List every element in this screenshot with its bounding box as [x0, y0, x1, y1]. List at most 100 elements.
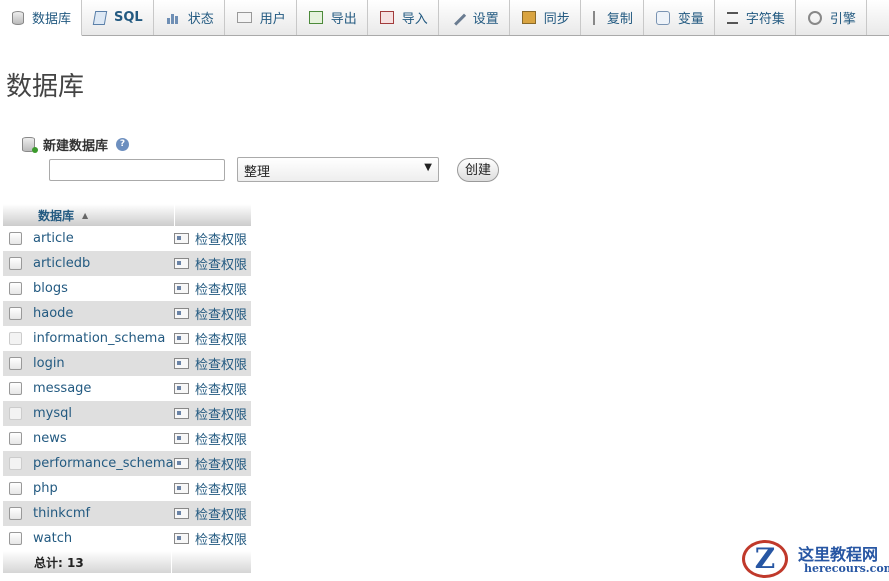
- row-checkbox: [9, 332, 22, 345]
- tab-sync[interactable]: 同步: [510, 0, 581, 35]
- database-link[interactable]: haode: [31, 306, 174, 321]
- replication-icon: [592, 10, 599, 25]
- tab-label: 同步: [543, 12, 570, 27]
- tab-label: 导入: [401, 12, 428, 27]
- database-name-input[interactable]: [49, 159, 225, 181]
- sync-icon: [521, 11, 536, 24]
- wrench-icon: [449, 9, 466, 26]
- tab-label: 状态: [187, 12, 214, 27]
- total-count: 总计: 13: [34, 555, 84, 570]
- database-link[interactable]: article: [31, 231, 174, 246]
- table-row: watch 检查权限: [3, 526, 251, 551]
- tab-label: 设置: [472, 12, 499, 27]
- tab-status[interactable]: 状态: [154, 0, 225, 35]
- database-link[interactable]: php: [31, 481, 174, 496]
- tab-databases[interactable]: 数据库: [0, 0, 83, 36]
- help-icon[interactable]: ?: [116, 138, 130, 151]
- database-link[interactable]: articledb: [31, 256, 174, 271]
- check-privileges-link[interactable]: 检查权限: [174, 529, 251, 548]
- tab-label: 数据库: [32, 12, 72, 27]
- row-checkbox[interactable]: [9, 232, 22, 245]
- database-link[interactable]: thinkcmf: [31, 506, 174, 521]
- row-checkbox[interactable]: [9, 357, 22, 370]
- collation-selected-value: 整理: [244, 165, 271, 180]
- tab-import[interactable]: 导入: [368, 0, 439, 35]
- tab-label: SQL: [114, 10, 143, 25]
- privileges-icon: [174, 533, 189, 544]
- database-link[interactable]: mysql: [31, 406, 174, 421]
- table-row: article 检查权限: [3, 226, 251, 251]
- check-privileges-link[interactable]: 检查权限: [174, 229, 251, 248]
- row-checkbox[interactable]: [9, 432, 22, 445]
- check-privileges-label: 检查权限: [195, 408, 248, 423]
- check-privileges-link[interactable]: 检查权限: [174, 379, 251, 398]
- privileges-icon: [174, 458, 189, 469]
- tab-sql[interactable]: SQL: [82, 0, 154, 35]
- page-title: 数据库: [6, 72, 85, 102]
- check-privileges-link[interactable]: 检查权限: [174, 479, 251, 498]
- column-header-label: 数据库: [38, 208, 75, 223]
- tab-label: 导出: [330, 12, 357, 27]
- create-database-label: 新建数据库: [43, 139, 109, 154]
- row-checkbox[interactable]: [9, 532, 22, 545]
- row-checkbox[interactable]: [9, 382, 22, 395]
- tab-variables[interactable]: 变量: [644, 0, 715, 35]
- check-privileges-link[interactable]: 检查权限: [174, 254, 251, 273]
- tab-settings[interactable]: 设置: [439, 0, 510, 35]
- collation-select[interactable]: 整理 ▼: [237, 157, 439, 182]
- row-checkbox[interactable]: [9, 257, 22, 270]
- column-header-database[interactable]: 数据库 ▲: [31, 204, 175, 226]
- database-icon: [12, 10, 24, 25]
- check-privileges-link[interactable]: 检查权限: [174, 504, 251, 523]
- row-checkbox[interactable]: [9, 307, 22, 320]
- check-privileges-label: 检查权限: [195, 358, 248, 373]
- watermark: Z 这里教程网 herecours.com: [742, 538, 889, 580]
- row-checkbox[interactable]: [9, 507, 22, 520]
- table-row: message 检查权限: [3, 376, 251, 401]
- tab-label: 复制: [606, 12, 633, 27]
- tab-engines[interactable]: 引擎: [796, 0, 867, 35]
- check-privileges-link[interactable]: 检查权限: [174, 329, 251, 348]
- check-privileges-link[interactable]: 检查权限: [174, 454, 251, 473]
- check-privileges-link[interactable]: 检查权限: [174, 429, 251, 448]
- database-link[interactable]: performance_schema: [31, 456, 174, 471]
- tab-label: 引擎: [829, 12, 856, 27]
- check-privileges-link[interactable]: 检查权限: [174, 354, 251, 373]
- check-privileges-label: 检查权限: [195, 508, 248, 523]
- tab-label: 用户: [259, 12, 286, 27]
- table-row: thinkcmf 检查权限: [3, 501, 251, 526]
- check-privileges-label: 检查权限: [195, 283, 248, 298]
- check-privileges-link[interactable]: 检查权限: [174, 404, 251, 423]
- tab-label: 变量: [677, 12, 704, 27]
- sort-ascending-icon: ▲: [82, 210, 89, 220]
- table-row: php 检查权限: [3, 476, 251, 501]
- table-row: information_schema 检查权限: [3, 326, 251, 351]
- database-link[interactable]: blogs: [31, 281, 174, 296]
- check-privileges-label: 检查权限: [195, 333, 248, 348]
- privileges-icon: [174, 483, 189, 494]
- top-tab-bar: 数据库 SQL 状态 用户 导出 导入 设置 同步 复制 变量 字符集 引擎: [0, 0, 889, 36]
- privileges-icon: [174, 333, 189, 344]
- tab-users[interactable]: 用户: [225, 0, 297, 35]
- check-privileges-label: 检查权限: [195, 233, 248, 248]
- check-privileges-link[interactable]: 检查权限: [174, 304, 251, 323]
- status-chart-icon: [166, 11, 180, 25]
- table-row: articledb 检查权限: [3, 251, 251, 276]
- check-privileges-link[interactable]: 检查权限: [174, 279, 251, 298]
- privileges-icon: [174, 408, 189, 419]
- database-link[interactable]: login: [31, 356, 174, 371]
- database-link[interactable]: message: [31, 381, 174, 396]
- variables-icon: [655, 10, 670, 25]
- table-row: haode 检查权限: [3, 301, 251, 326]
- tab-replication[interactable]: 复制: [581, 0, 644, 35]
- tab-charsets[interactable]: 字符集: [715, 0, 796, 35]
- database-link[interactable]: watch: [31, 531, 174, 546]
- database-link[interactable]: information_schema: [31, 331, 174, 346]
- row-checkbox[interactable]: [9, 282, 22, 295]
- chevron-down-icon: ▼: [424, 162, 432, 173]
- export-icon: [308, 11, 323, 24]
- database-link[interactable]: news: [31, 431, 174, 446]
- tab-export[interactable]: 导出: [297, 0, 368, 35]
- row-checkbox[interactable]: [9, 482, 22, 495]
- create-database-button[interactable]: 创建: [457, 158, 499, 182]
